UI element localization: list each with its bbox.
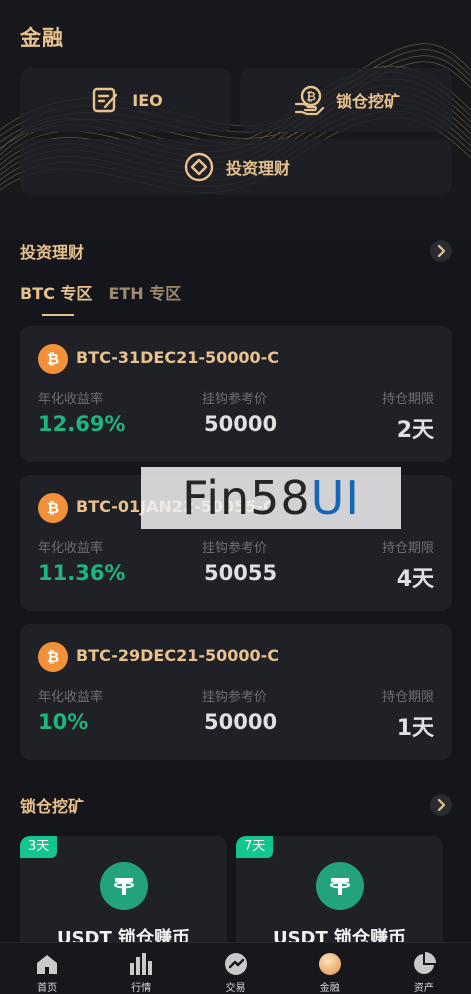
price-value: 50000: [204, 710, 278, 734]
mining-section-header: 锁仓挖矿: [20, 793, 452, 817]
page-title: 金融: [20, 26, 64, 50]
tabbar-item-home[interactable]: 首页: [0, 943, 94, 994]
trade-icon: [223, 951, 249, 977]
tab-btc-zone[interactable]: BTC 专区: [20, 280, 92, 316]
tabbar-label: 行情: [131, 983, 152, 994]
finance-icon: [317, 951, 343, 977]
tabbar-item-market[interactable]: 行情: [94, 943, 188, 994]
svg-text:₿: ₿: [47, 499, 59, 517]
chart-bars-icon: [128, 951, 154, 977]
term-value: 2天: [396, 418, 434, 443]
yield-label: 年化收益率: [38, 690, 104, 705]
tabbar-item-trade[interactable]: 交易: [188, 943, 282, 994]
term-label: 持仓期限: [381, 541, 434, 556]
product-card[interactable]: ₿ BTC-29DEC21-50000-C 年化收益率 挂钩参考价 持仓期限 1…: [20, 624, 452, 760]
tabbar-label: 资产: [413, 983, 434, 994]
mining-section-title: 锁仓挖矿: [20, 797, 85, 816]
lock-mining-label: 锁仓挖矿: [335, 92, 400, 111]
bitcoin-hand-icon: ₿: [292, 83, 326, 117]
tether-icon: [99, 862, 148, 910]
investment-more-button[interactable]: [430, 240, 452, 262]
svg-text:₿: ₿: [47, 350, 59, 368]
investment-section-header: 投资理财: [20, 239, 452, 263]
home-icon: [34, 951, 60, 977]
zone-tabs: BTC 专区 ETH 专区: [20, 280, 197, 316]
term-label: 持仓期限: [381, 690, 434, 705]
product-name: BTC-31DEC21-50000-C: [76, 348, 280, 367]
yield-value: 10%: [38, 710, 89, 734]
term-label: 持仓期限: [381, 392, 434, 407]
price-value: 50055: [204, 561, 278, 585]
yield-label: 年化收益率: [38, 541, 104, 556]
price-label: 挂钩参考价: [202, 690, 268, 705]
term-value: 4天: [396, 567, 434, 592]
bottom-tab-bar: 首页 行情 交易 金融 资产: [0, 942, 471, 994]
watermark-text-fin58: Fin58: [182, 471, 311, 525]
price-label: 挂钩参考价: [202, 541, 268, 556]
bitcoin-icon: ₿: [38, 642, 68, 672]
product-card[interactable]: ₿ BTC-31DEC21-50000-C 年化收益率 挂钩参考价 持仓期限 1…: [20, 326, 452, 462]
product-name: BTC-29DEC21-50000-C: [76, 646, 280, 665]
price-value: 50000: [204, 412, 278, 436]
target-coin-icon: [182, 150, 216, 184]
tabbar-label: 首页: [37, 983, 58, 994]
tab-eth-zone[interactable]: ETH 专区: [108, 280, 181, 316]
term-value: 1天: [396, 716, 434, 741]
bitcoin-icon: ₿: [38, 344, 68, 374]
yield-value: 12.69%: [38, 412, 126, 436]
ieo-form-icon: [88, 83, 122, 117]
tabbar-item-finance[interactable]: 金融: [283, 943, 377, 994]
ieo-label: IEO: [132, 90, 163, 110]
watermark-text-ui: UI: [310, 471, 360, 525]
chevron-right-icon: [437, 799, 446, 811]
yield-label: 年化收益率: [38, 392, 104, 407]
mining-more-button[interactable]: [430, 794, 452, 816]
svg-text:₿: ₿: [47, 648, 59, 666]
svg-text:₿: ₿: [306, 90, 316, 104]
investment-section-title: 投资理财: [20, 243, 85, 262]
bitcoin-icon: ₿: [38, 493, 68, 523]
chevron-right-icon: [437, 245, 446, 257]
ieo-tile[interactable]: IEO: [20, 68, 231, 132]
lock-mining-tile[interactable]: ₿ 锁仓挖矿: [240, 68, 452, 132]
investment-label: 投资理财: [225, 159, 290, 178]
term-badge: 3天: [20, 836, 58, 858]
pie-icon: [411, 951, 437, 977]
watermark: Fin58 UI: [141, 467, 401, 529]
tether-icon: [315, 862, 364, 910]
investment-tile[interactable]: 投资理财: [20, 139, 452, 195]
tabbar-item-assets[interactable]: 资产: [377, 943, 471, 994]
price-label: 挂钩参考价: [202, 392, 268, 407]
tabbar-label: 金融: [319, 983, 340, 994]
term-badge: 7天: [236, 836, 274, 858]
tabbar-label: 交易: [225, 983, 246, 994]
yield-value: 11.36%: [38, 561, 126, 585]
